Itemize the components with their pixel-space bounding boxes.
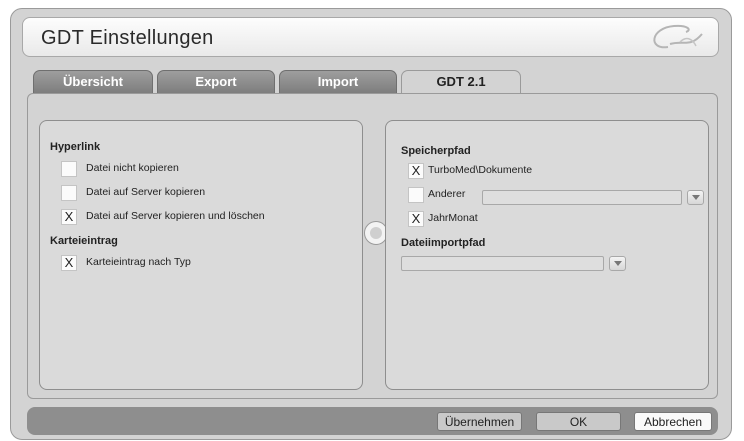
- checkbox[interactable]: X: [408, 163, 424, 179]
- tab-content-area: Hyperlink Datei nicht kopieren Datei auf…: [27, 93, 718, 399]
- window-title: GDT Einstellungen: [41, 27, 214, 49]
- hyperlink-section-title: Hyperlink: [50, 141, 101, 153]
- chevron-down-icon: [614, 261, 622, 266]
- title-bar: GDT Einstellungen: [22, 17, 719, 57]
- brand-logo-icon: [653, 24, 703, 49]
- checkbox-label: Datei auf Server kopieren und löschen: [86, 210, 265, 222]
- button-bar: Übernehmen OK Abbrechen: [27, 407, 718, 435]
- tab-label: Export: [195, 74, 237, 89]
- tab-import[interactable]: Import: [279, 70, 397, 94]
- checkbox-label: Datei auf Server kopieren: [86, 186, 206, 198]
- right-settings-panel: Speicherpfad X TurboMed\Dokumente Andere…: [385, 120, 709, 390]
- dateiimportpfad-combo[interactable]: [401, 256, 631, 271]
- checkbox[interactable]: [408, 187, 424, 203]
- dateiimportpfad-field[interactable]: [401, 256, 604, 271]
- ok-button[interactable]: OK: [536, 412, 621, 431]
- left-settings-panel: Hyperlink Datei nicht kopieren Datei auf…: [39, 120, 363, 390]
- speicherpfad-section-title: Speicherpfad: [401, 145, 471, 157]
- dateiimportpfad-section-title: Dateiimportpfad: [401, 237, 486, 249]
- tab-label: GDT 2.1: [436, 74, 486, 89]
- checkbox-label: TurboMed\Dokumente: [428, 164, 533, 176]
- chevron-down-icon: [692, 195, 700, 200]
- tab-export[interactable]: Export: [157, 70, 275, 94]
- karteieintrag-section-title: Karteieintrag: [50, 235, 118, 247]
- uebernehmen-button[interactable]: Übernehmen: [437, 412, 522, 431]
- anderer-dropdown-button[interactable]: [687, 190, 704, 205]
- dateiimportpfad-dropdown-button[interactable]: [609, 256, 626, 271]
- tab-label: Übersicht: [63, 74, 123, 89]
- checkbox-label: Karteieintrag nach Typ: [86, 256, 191, 268]
- tab-uebersicht[interactable]: Übersicht: [33, 70, 153, 94]
- abbrechen-button[interactable]: Abbrechen: [634, 412, 712, 431]
- settings-window: GDT Einstellungen Übersicht Export Impor…: [10, 8, 732, 440]
- anderer-path-field[interactable]: [482, 190, 682, 205]
- checkbox[interactable]: X: [61, 209, 77, 225]
- checkbox[interactable]: X: [61, 255, 77, 271]
- anderer-path-combo[interactable]: [482, 190, 706, 205]
- checkbox-label: Datei nicht kopieren: [86, 162, 179, 174]
- checkbox[interactable]: [61, 161, 77, 177]
- checkbox-label: JahrMonat: [428, 212, 478, 224]
- checkbox[interactable]: [61, 185, 77, 201]
- checkbox[interactable]: X: [408, 211, 424, 227]
- checkbox-label: Anderer: [428, 188, 466, 200]
- tab-label: Import: [317, 74, 359, 89]
